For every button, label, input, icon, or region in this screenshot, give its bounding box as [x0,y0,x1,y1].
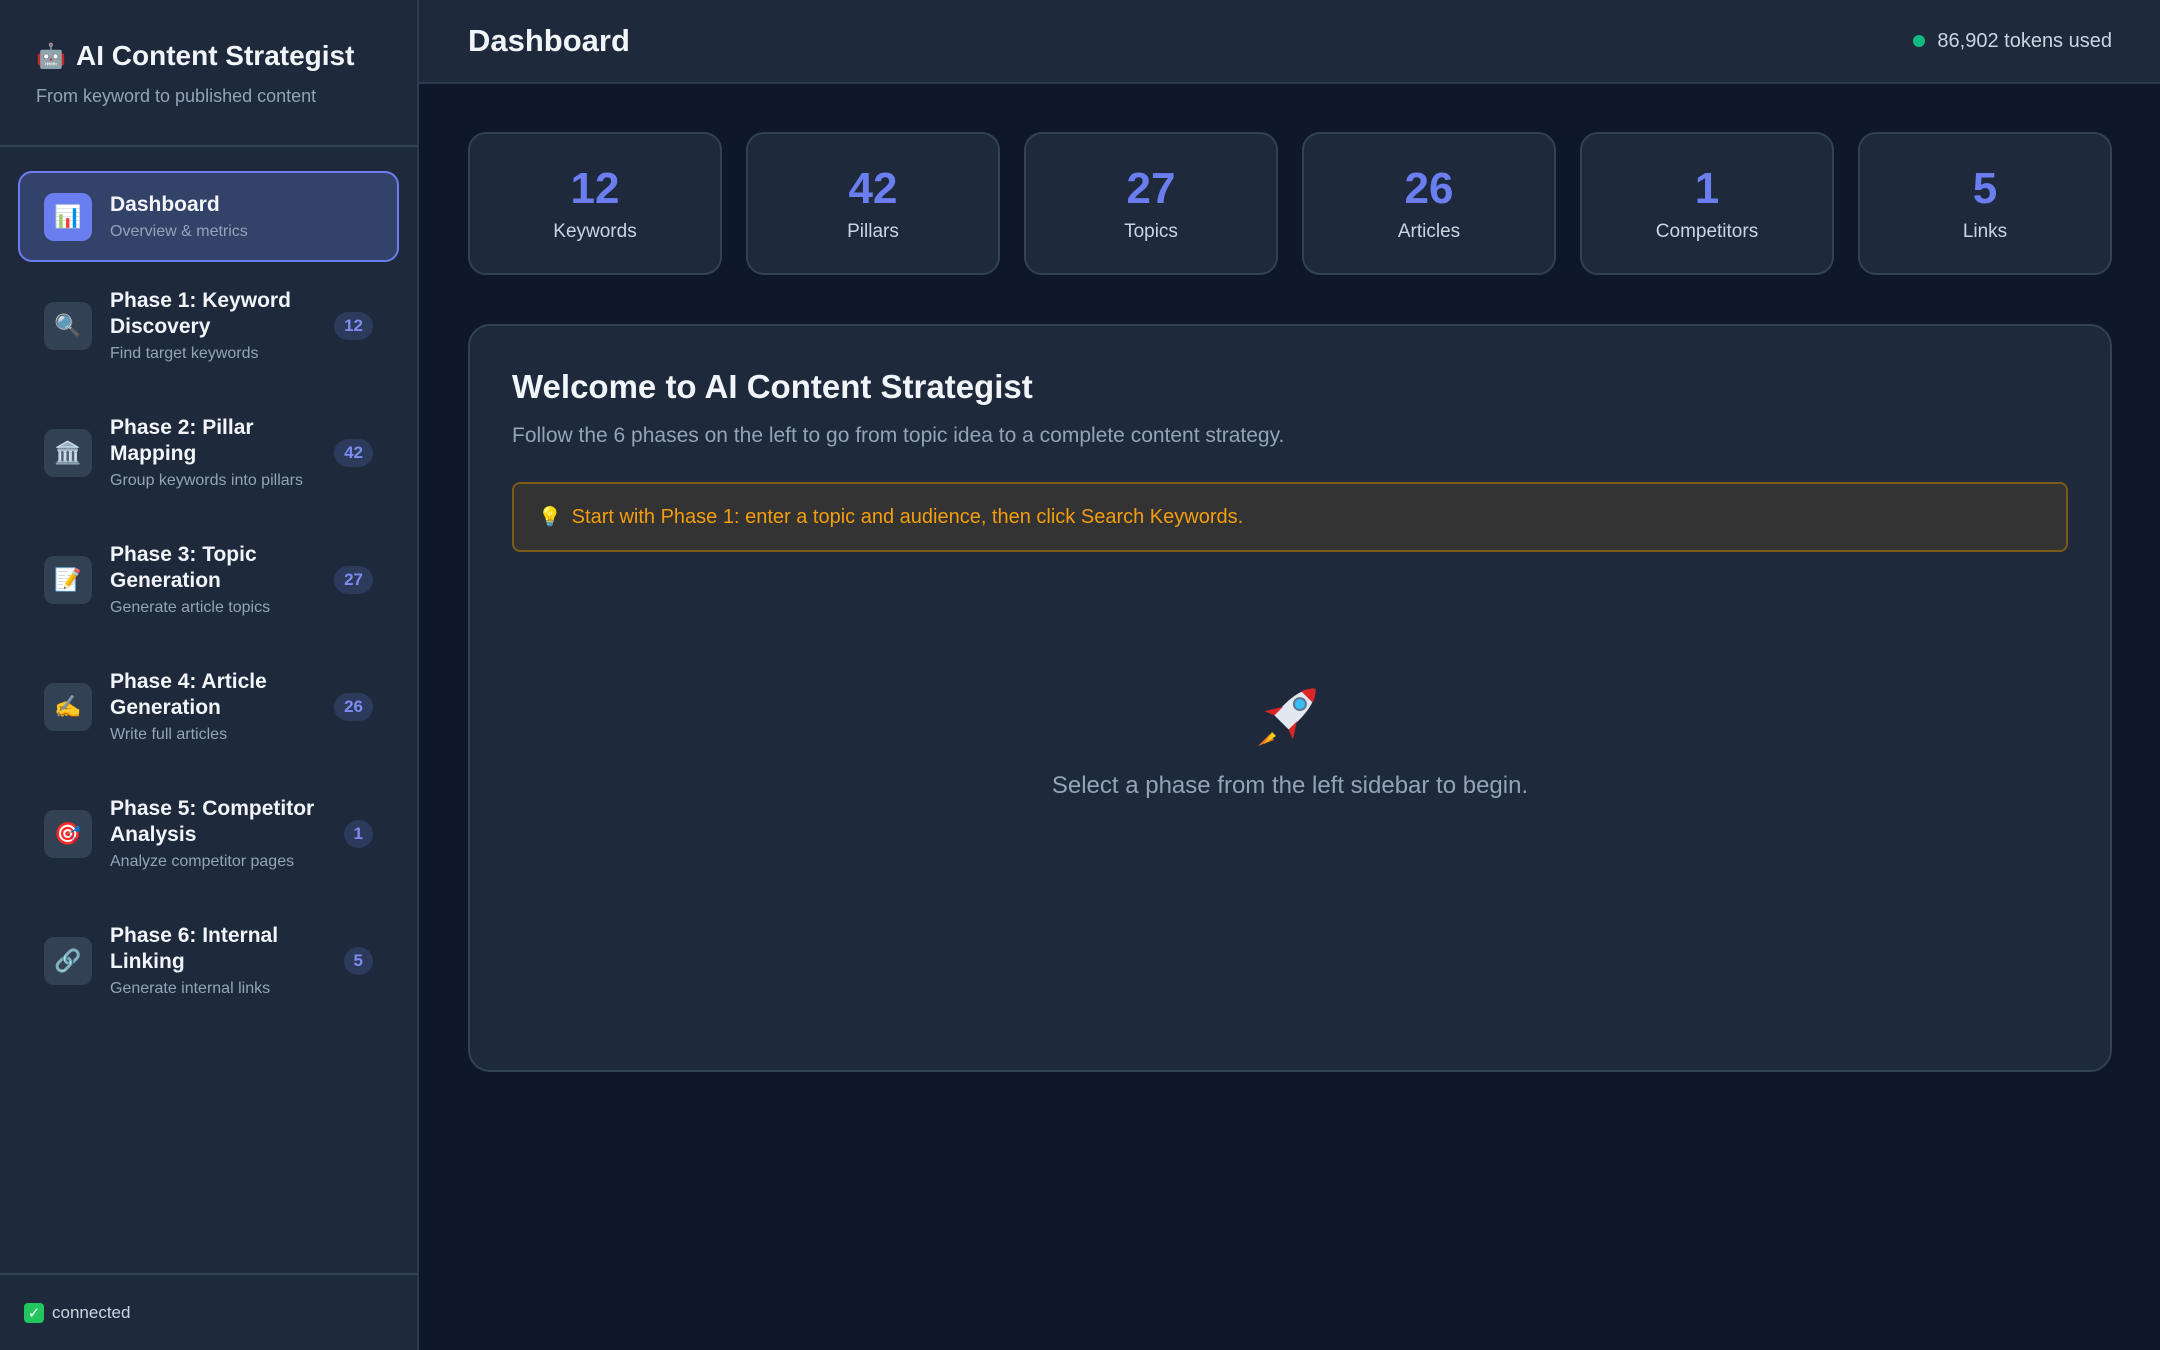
writing-hand-icon: ✍️ [44,682,92,731]
connection-status-label: connected [52,1302,131,1322]
sidebar-item-title: Phase 4: Article Generation [110,670,267,719]
count-badge: 27 [334,565,373,594]
memo-icon: 📝 [44,555,92,604]
sidebar-item-title: Phase 1: Keyword Discovery [110,289,291,338]
page-title: Dashboard [468,23,630,58]
stat-label: Pillars [847,220,899,242]
sidebar-nav: 📊 Dashboard Overview & metrics 🔍 Phase 1… [0,147,417,1048]
connection-status: ✓ connected [0,1273,417,1350]
app-title: AI Content Strategist [76,40,355,71]
stat-value: 27 [1126,163,1176,213]
count-badge: 12 [334,311,373,340]
bar-chart-icon: 📊 [44,192,92,241]
app-subtitle: From keyword to published content [36,86,317,106]
link-icon: 🔗 [44,936,92,985]
sidebar-item-desc: Group keywords into pillars [110,472,303,489]
lightbulb-icon: 💡 [538,507,562,528]
stat-label: Articles [1397,220,1461,242]
tip-banner: 💡 Start with Phase 1: enter a topic and … [512,482,2068,552]
brand: 🤖 AI Content Strategist From keyword to … [0,0,417,147]
top-bar: Dashboard 86,902 tokens used [419,0,2160,84]
sidebar-item-title: Phase 5: Competitor Analysis [110,797,315,846]
sidebar-item-desc: Write full articles [110,726,228,743]
stats-row: 12 Keywords 42 Pillars 27 Topics 26 Arti… [468,132,2112,275]
count-badge: 42 [334,438,373,467]
pillar-building-icon: 🏛️ [44,428,92,477]
stat-value: 1 [1694,163,1720,213]
welcome-title: Welcome to AI Content Strategist [512,368,1033,405]
nav-text: Phase 1: Keyword Discovery Find target k… [110,288,326,363]
token-usage: 86,902 tokens used [1913,30,2112,53]
check-icon: ✓ [24,1302,44,1323]
count-badge: 26 [334,692,373,721]
sidebar-item-keyword-discovery[interactable]: 🔍 Phase 1: Keyword Discovery Find target… [18,262,399,389]
sidebar-item-title: Dashboard [110,193,220,216]
main-area: Dashboard 86,902 tokens used 12 Keywords… [419,0,2160,1350]
sidebar-item-desc: Find target keywords [110,345,259,362]
sidebar-item-article-generation[interactable]: ✍️ Phase 4: Article Generation Write ful… [18,643,399,770]
stat-card-articles: 26 Articles [1302,132,1556,275]
rocket-icon [1258,688,1316,746]
stat-value: 42 [848,163,898,213]
sidebar-item-desc: Overview & metrics [110,223,248,240]
robot-icon: 🤖 [36,42,66,70]
sidebar-item-title: Phase 3: Topic Generation [110,543,257,592]
stat-label: Competitors [1655,220,1759,242]
sidebar: 🤖 AI Content Strategist From keyword to … [0,0,419,1350]
stat-card-keywords: 12 Keywords [468,132,722,275]
sidebar-item-dashboard[interactable]: 📊 Dashboard Overview & metrics [18,171,399,262]
sidebar-item-desc: Analyze competitor pages [110,853,295,870]
app-root: 🤖 AI Content Strategist From keyword to … [0,0,2160,1350]
nav-text: Phase 6: Internal Linking Generate inter… [110,923,336,998]
sidebar-item-desc: Generate internal links [110,980,271,997]
stat-value: 12 [570,163,620,213]
sidebar-item-title: Phase 2: Pillar Mapping [110,416,254,465]
stat-card-pillars: 42 Pillars [746,132,1000,275]
stat-label: Keywords [553,220,637,242]
welcome-subtitle: Follow the 6 phases on the left to go fr… [512,424,1285,447]
stat-card-competitors: 1 Competitors [1580,132,1834,275]
stat-card-topics: 27 Topics [1024,132,1278,275]
token-usage-label: 86,902 tokens used [1937,29,2112,52]
status-dot-icon [1913,35,1926,47]
sidebar-item-competitor-analysis[interactable]: 🎯 Phase 5: Competitor Analysis Analyze c… [18,770,399,897]
nav-text: Phase 5: Competitor Analysis Analyze com… [110,796,336,871]
sidebar-item-internal-linking[interactable]: 🔗 Phase 6: Internal Linking Generate int… [18,897,399,1024]
sidebar-item-title: Phase 6: Internal Linking [110,924,279,973]
stat-value: 5 [1972,163,1998,213]
sidebar-item-desc: Generate article topics [110,599,271,616]
target-icon: 🎯 [44,809,92,858]
empty-state: Select a phase from the left sidebar to … [470,674,2110,800]
dashboard-content: 12 Keywords 42 Pillars 27 Topics 26 Arti… [419,84,2160,1072]
stat-value: 26 [1404,163,1454,213]
sidebar-item-pillar-mapping[interactable]: 🏛️ Phase 2: Pillar Mapping Group keyword… [18,389,399,516]
brand-title-row: 🤖 AI Content Strategist [36,40,381,72]
welcome-panel: Welcome to AI Content Strategist Follow … [468,324,2112,1072]
stat-label: Links [1962,220,2008,242]
stat-label: Topics [1124,220,1178,242]
magnifier-icon: 🔍 [44,301,92,350]
nav-text: Phase 3: Topic Generation Generate artic… [110,542,326,617]
empty-state-text: Select a phase from the left sidebar to … [1051,772,1529,799]
count-badge: 1 [343,819,373,848]
count-badge: 5 [343,946,373,975]
stat-card-links: 5 Links [1858,132,2112,275]
tip-text: Start with Phase 1: enter a topic and au… [571,505,1244,528]
nav-text: Phase 4: Article Generation Write full a… [110,669,326,744]
sidebar-item-topic-generation[interactable]: 📝 Phase 3: Topic Generation Generate art… [18,516,399,643]
nav-text: Phase 2: Pillar Mapping Group keywords i… [110,415,326,490]
nav-text: Dashboard Overview & metrics [110,192,373,241]
